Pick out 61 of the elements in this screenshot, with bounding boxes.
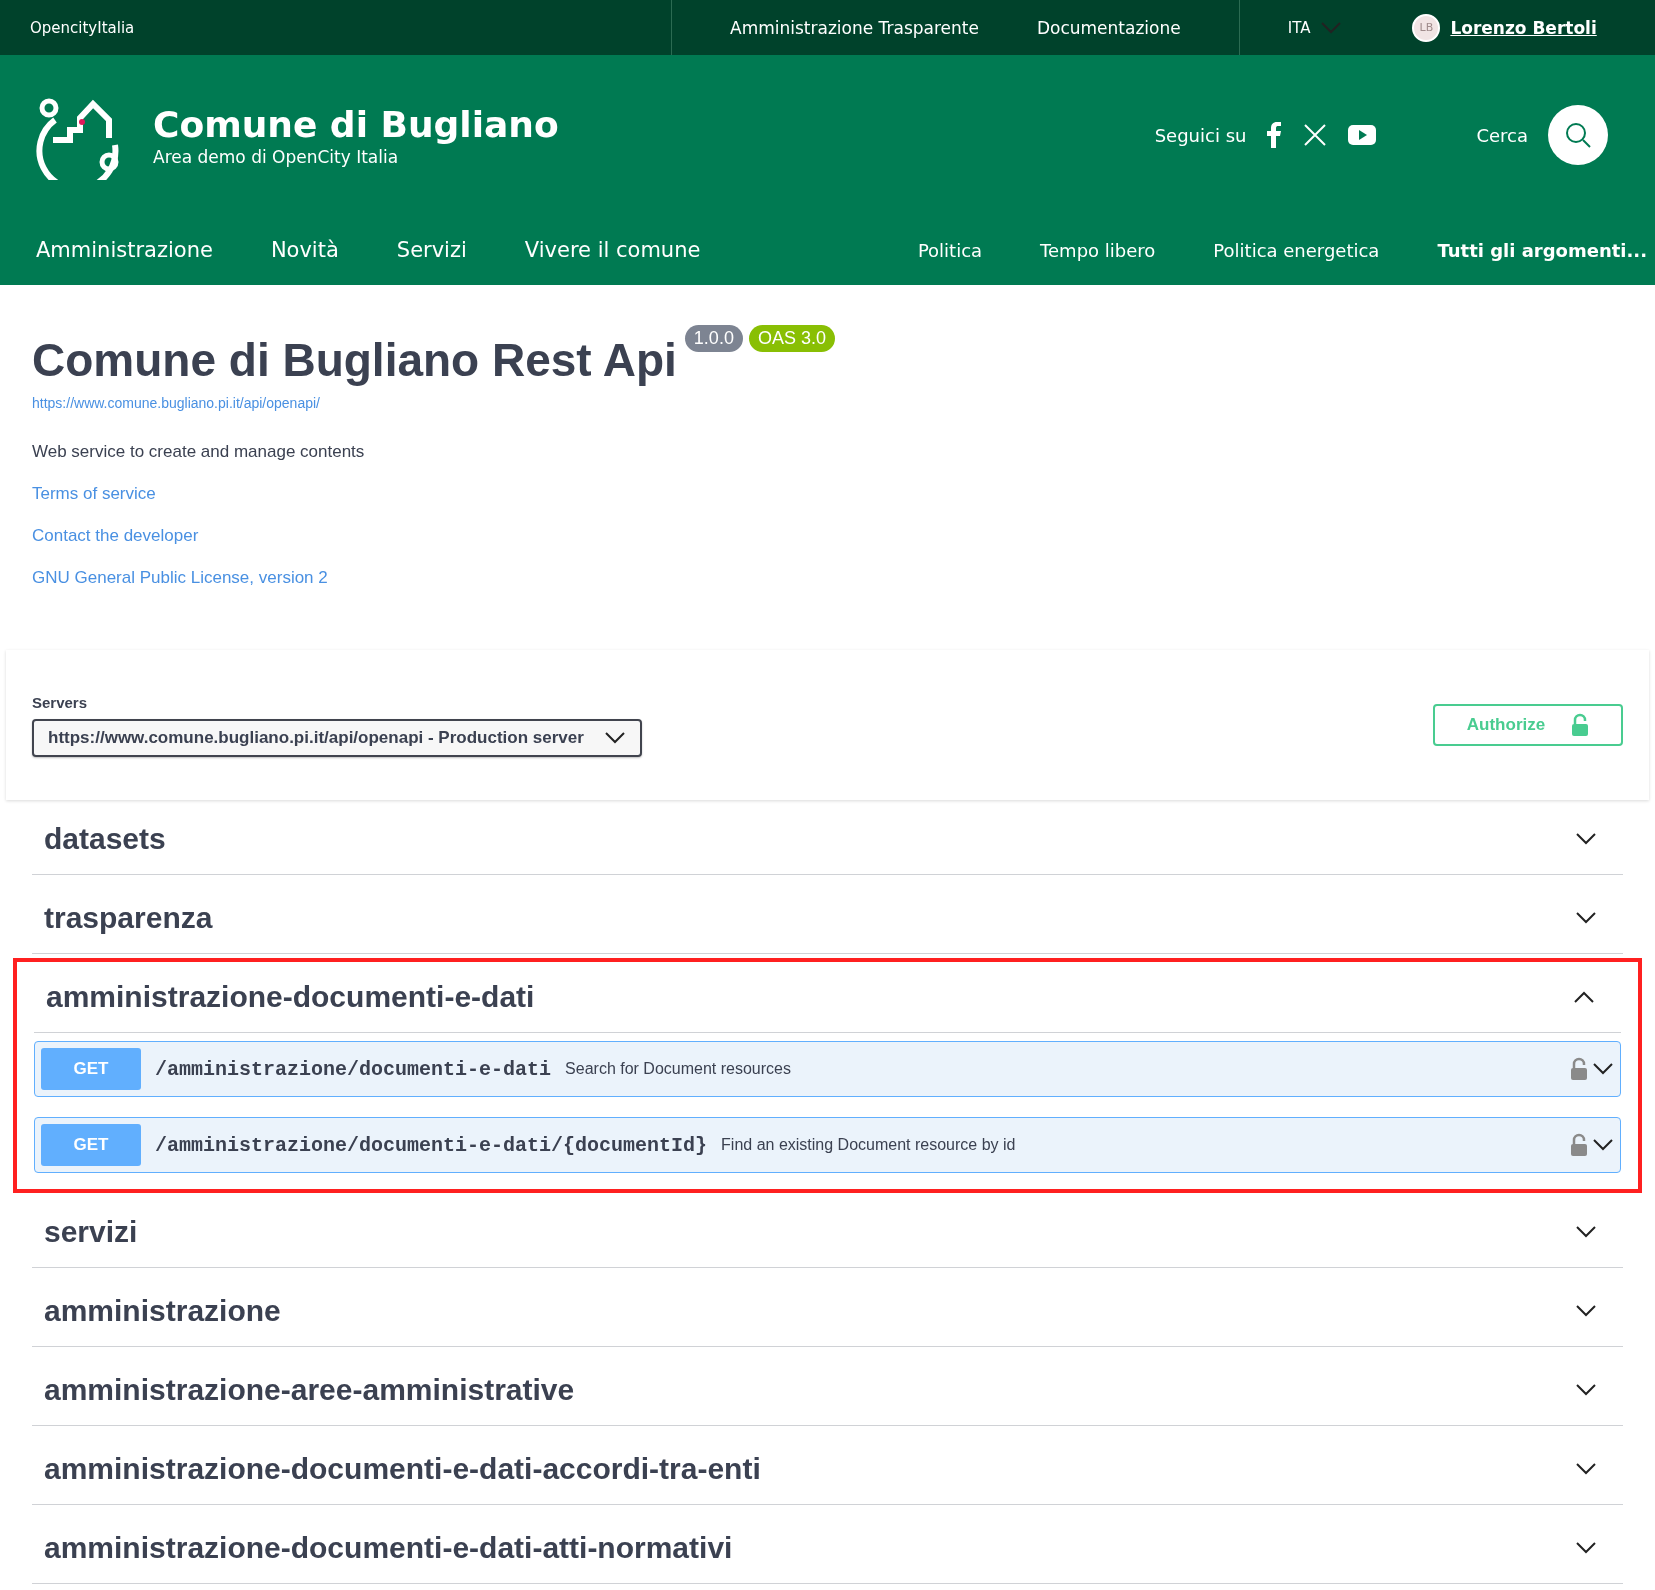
- top-link[interactable]: Amministrazione Trasparente: [730, 17, 979, 38]
- collapse-icon: [1573, 990, 1595, 1004]
- lock-icon: [1571, 713, 1590, 737]
- spec-badge: OAS 3.0: [748, 325, 835, 352]
- api-title: Comune di Bugliano Rest Api: [32, 333, 677, 387]
- api-description: Web service to create and manage contents: [32, 442, 366, 462]
- expand-icon: [1575, 1304, 1597, 1318]
- user-name: Lorenzo Bertoli: [1450, 17, 1597, 38]
- server-select[interactable]: https://www.comune.bugliano.pi.it/api/openapi - Production server: [32, 718, 642, 757]
- nav-link[interactable]: Vivere il comune: [524, 238, 701, 262]
- avatar-initials: LB: [1412, 13, 1441, 42]
- topic-link[interactable]: Tempo libero: [1040, 239, 1156, 261]
- expand-icon: [1575, 832, 1597, 846]
- topic-link[interactable]: Politica: [917, 239, 983, 261]
- nav-link[interactable]: Servizi: [396, 238, 467, 262]
- tag-header[interactable]: amministrazione-documenti-e-dati: [34, 962, 1621, 1033]
- follow-label: Seguici su: [1154, 124, 1247, 146]
- top-link[interactable]: Documentazione: [1036, 17, 1181, 38]
- user-menu[interactable]: LB Lorenzo Bertoli: [1406, 12, 1603, 43]
- operation-row[interactable]: GET /amministrazione/documenti-e-dati/{documentId} Find an existing Document resource by id: [34, 1117, 1621, 1173]
- tag-header[interactable]: amministrazione-aree-amministrative: [32, 1355, 1623, 1426]
- tag-header[interactable]: amministrazione-documenti-e-dati-atti-normativi: [32, 1513, 1623, 1584]
- lock-icon: [1570, 1133, 1588, 1157]
- tag-header[interactable]: servizi: [32, 1197, 1623, 1268]
- nav-link[interactable]: Amministrazione: [36, 238, 213, 262]
- endpoint-summary: Search for Document resources: [565, 1060, 792, 1078]
- x-icon[interactable]: [1304, 124, 1327, 146]
- search-icon: [1564, 121, 1592, 149]
- site-subtitle: Area demo di OpenCity Italia: [153, 146, 400, 167]
- tag-header[interactable]: amministrazione: [32, 1276, 1623, 1347]
- language-selector[interactable]: ITA: [1281, 17, 1349, 38]
- expand-icon: [1575, 1225, 1597, 1239]
- lock-icon: [1570, 1057, 1588, 1081]
- search-button[interactable]: [1548, 105, 1608, 165]
- expand-icon: [1592, 1138, 1614, 1152]
- expand-icon: [1575, 1383, 1597, 1397]
- tag-header[interactable]: trasparenza: [32, 883, 1623, 954]
- method-badge: GET: [41, 1048, 141, 1090]
- endpoint-path: /amministrazione/documenti-e-dati: [155, 1057, 552, 1081]
- expand-icon: [1575, 911, 1597, 925]
- servers-label: Servers: [32, 693, 89, 711]
- expand-icon: [1592, 1062, 1614, 1076]
- facebook-icon[interactable]: [1266, 122, 1283, 148]
- caret-icon: [1320, 20, 1343, 35]
- expand-icon: [1575, 1462, 1597, 1476]
- youtube-icon[interactable]: [1348, 125, 1377, 145]
- version-badge: 1.0.0: [684, 325, 743, 352]
- method-badge: GET: [41, 1124, 141, 1166]
- endpoint-summary: Find an existing Document resource by id: [721, 1136, 1017, 1154]
- expand-icon: [1575, 1541, 1597, 1555]
- nav-link[interactable]: Novità: [270, 238, 339, 262]
- endpoint-path: /amministrazione/documenti-e-dati/{documentId}: [155, 1133, 708, 1157]
- tag-header[interactable]: datasets: [32, 804, 1623, 875]
- all-topics-link[interactable]: Tutti gli argomenti...: [1437, 239, 1647, 261]
- caret-icon: [603, 730, 626, 745]
- search-label: Cerca: [1476, 124, 1528, 146]
- site-title: Comune di Bugliano: [153, 103, 560, 145]
- tag-header[interactable]: amministrazione-documenti-e-dati-accordi-tra-enti: [32, 1434, 1623, 1505]
- topic-link[interactable]: Politica energetica: [1213, 239, 1380, 261]
- brand-name: OpencityItalia: [29, 18, 136, 37]
- operation-row[interactable]: GET /amministrazione/documenti-e-dati Search for Document resources: [34, 1041, 1621, 1097]
